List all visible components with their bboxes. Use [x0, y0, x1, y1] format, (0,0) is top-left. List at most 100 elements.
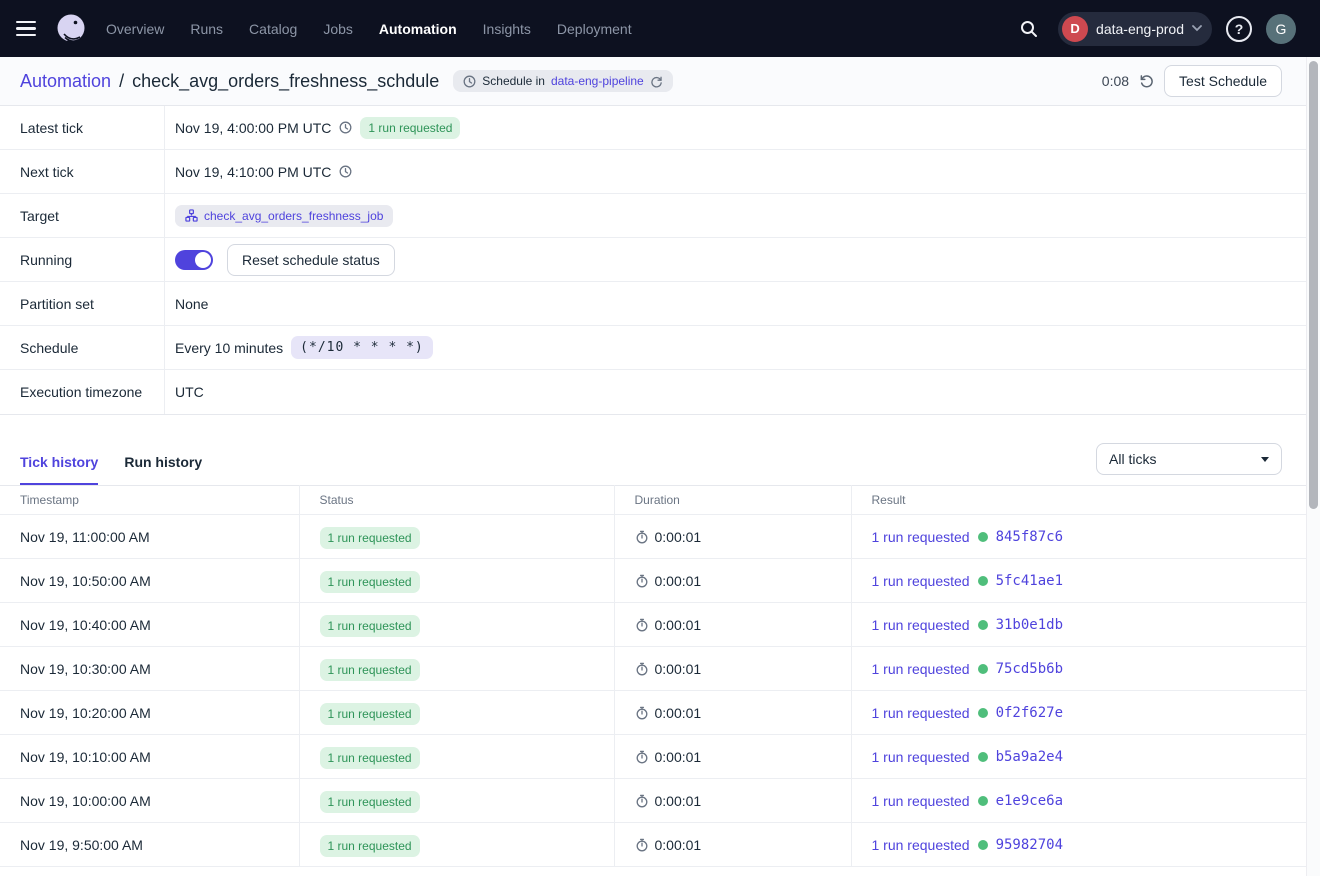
hamburger-menu-icon[interactable] — [16, 17, 40, 41]
run-success-dot-icon — [978, 576, 988, 586]
cron-expression: (*/10 * * * *) — [291, 336, 433, 359]
stopwatch-icon — [635, 662, 649, 676]
avatar[interactable]: G — [1266, 14, 1296, 44]
tick-status-badge: 1 run requested — [320, 615, 420, 637]
run-id-link[interactable]: 5fc41ae1 — [996, 573, 1063, 589]
tick-result-link[interactable]: 1 run requested — [872, 573, 970, 589]
nav-item-insights[interactable]: Insights — [483, 21, 531, 37]
job-icon — [185, 209, 198, 222]
detail-label: Target — [0, 194, 165, 237]
run-id-link[interactable]: 75cd5b6b — [996, 661, 1063, 677]
tick-status-badge: 1 run requested — [320, 571, 420, 593]
table-row: Nov 19, 10:10:00 AM1 run requested0:00:0… — [0, 735, 1306, 779]
clock-icon — [339, 165, 352, 178]
tick-timestamp: Nov 19, 9:50:00 AM — [20, 837, 143, 853]
code-location-link[interactable]: data-eng-pipeline — [551, 74, 644, 88]
table-row: Nov 19, 10:30:00 AM1 run requested0:00:0… — [0, 647, 1306, 691]
nav-item-runs[interactable]: Runs — [190, 21, 223, 37]
nav-items: Overview Runs Catalog Jobs Automation In… — [106, 21, 632, 37]
stopwatch-icon — [635, 618, 649, 632]
latest-tick-time: Nov 19, 4:00:00 PM UTC — [175, 120, 331, 136]
tab-run-history[interactable]: Run history — [124, 454, 202, 485]
tick-duration: 0:00:01 — [655, 573, 702, 589]
header-status: Status — [299, 486, 614, 515]
tick-result-link[interactable]: 1 run requested — [872, 749, 970, 765]
breadcrumb-automation-link[interactable]: Automation — [20, 71, 111, 92]
test-schedule-button[interactable]: Test Schedule — [1164, 65, 1282, 97]
tick-status-badge: 1 run requested — [320, 659, 420, 681]
reload-location-icon[interactable] — [650, 75, 663, 88]
tick-timestamp: Nov 19, 10:40:00 AM — [20, 617, 151, 633]
nav-item-jobs[interactable]: Jobs — [323, 21, 353, 37]
latest-tick-status-badge: 1 run requested — [360, 117, 460, 139]
stopwatch-icon — [635, 530, 649, 544]
tick-timestamp: Nov 19, 10:20:00 AM — [20, 705, 151, 721]
next-tick-time: Nov 19, 4:10:00 PM UTC — [175, 164, 331, 180]
tick-timestamp: Nov 19, 10:00:00 AM — [20, 793, 151, 809]
help-icon[interactable]: ? — [1226, 16, 1252, 42]
top-nav: Overview Runs Catalog Jobs Automation In… — [0, 0, 1320, 57]
detail-row-running: Running Reset schedule status — [0, 238, 1306, 282]
detail-label: Latest tick — [0, 106, 165, 149]
badge-prefix: Schedule in — [482, 74, 545, 88]
schedule-text: Every 10 minutes — [175, 340, 283, 356]
tick-duration: 0:00:01 — [655, 529, 702, 545]
table-row: Nov 19, 10:20:00 AM1 run requested0:00:0… — [0, 691, 1306, 735]
project-switcher[interactable]: D data-eng-prod — [1058, 12, 1212, 46]
tick-result-link[interactable]: 1 run requested — [872, 705, 970, 721]
tick-result-link[interactable]: 1 run requested — [872, 529, 970, 545]
page-scrollbar-thumb[interactable] — [1309, 61, 1318, 509]
page-scrollbar-track[interactable] — [1306, 57, 1320, 876]
tick-duration: 0:00:01 — [655, 661, 702, 677]
execution-timezone-value: UTC — [175, 384, 204, 400]
stopwatch-icon — [635, 574, 649, 588]
stopwatch-icon — [635, 706, 649, 720]
tick-timestamp: Nov 19, 11:00:00 AM — [20, 529, 150, 545]
nav-item-automation[interactable]: Automation — [379, 21, 457, 37]
refresh-countdown: 0:08 — [1102, 73, 1129, 89]
project-initial-badge: D — [1062, 16, 1088, 42]
nav-item-catalog[interactable]: Catalog — [249, 21, 297, 37]
breadcrumb-bar: Automation / check_avg_orders_freshness_… — [0, 57, 1306, 106]
detail-row-latest-tick: Latest tick Nov 19, 4:00:00 PM UTC 1 run… — [0, 106, 1306, 150]
chevron-down-icon — [1192, 25, 1202, 32]
nav-item-overview[interactable]: Overview — [106, 21, 164, 37]
run-id-link[interactable]: 31b0e1db — [996, 617, 1063, 633]
tab-tick-history[interactable]: Tick history — [20, 454, 98, 485]
nav-item-deployment[interactable]: Deployment — [557, 21, 632, 37]
tick-duration: 0:00:01 — [655, 617, 702, 633]
refresh-icon[interactable] — [1139, 74, 1154, 89]
run-id-link[interactable]: b5a9a2e4 — [996, 749, 1063, 765]
tick-filter-select[interactable]: All ticks — [1096, 443, 1282, 475]
tick-history-table: Timestamp Status Duration Result Nov 19,… — [0, 485, 1306, 867]
tick-result-link[interactable]: 1 run requested — [872, 837, 970, 853]
tick-result-link[interactable]: 1 run requested — [872, 793, 970, 809]
target-job-chip[interactable]: check_avg_orders_freshness_job — [175, 205, 393, 227]
run-success-dot-icon — [978, 664, 988, 674]
run-id-link[interactable]: 95982704 — [996, 837, 1063, 853]
run-success-dot-icon — [978, 620, 988, 630]
page-title: check_avg_orders_freshness_schdule — [132, 71, 439, 92]
tick-status-badge: 1 run requested — [320, 747, 420, 769]
tick-status-badge: 1 run requested — [320, 527, 420, 549]
tick-timestamp: Nov 19, 10:50:00 AM — [20, 573, 151, 589]
stopwatch-icon — [635, 838, 649, 852]
reset-schedule-status-button[interactable]: Reset schedule status — [227, 244, 395, 276]
target-job-link[interactable]: check_avg_orders_freshness_job — [204, 209, 383, 223]
search-icon[interactable] — [1014, 14, 1044, 44]
run-id-link[interactable]: 0f2f627e — [996, 705, 1063, 721]
partition-set-value: None — [175, 296, 208, 312]
run-id-link[interactable]: e1e9ce6a — [996, 793, 1063, 809]
run-id-link[interactable]: 845f87c6 — [996, 529, 1063, 545]
breadcrumb-actions: 0:08 Test Schedule — [1102, 65, 1282, 97]
tick-status-badge: 1 run requested — [320, 703, 420, 725]
tick-duration: 0:00:01 — [655, 837, 702, 853]
table-header-row: Timestamp Status Duration Result — [0, 486, 1306, 515]
detail-label: Execution timezone — [0, 370, 165, 414]
tick-result-link[interactable]: 1 run requested — [872, 617, 970, 633]
tick-status-badge: 1 run requested — [320, 791, 420, 813]
running-toggle[interactable] — [175, 250, 213, 270]
run-success-dot-icon — [978, 708, 988, 718]
tick-result-link[interactable]: 1 run requested — [872, 661, 970, 677]
dagster-logo-icon[interactable] — [54, 12, 88, 46]
